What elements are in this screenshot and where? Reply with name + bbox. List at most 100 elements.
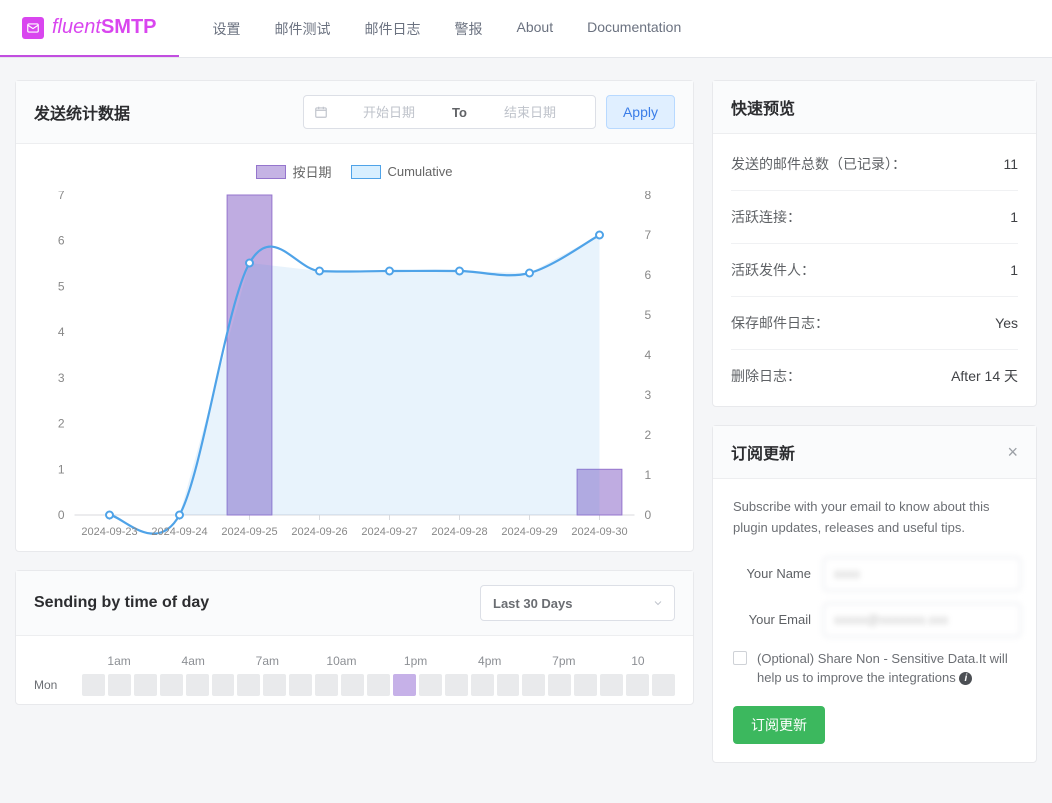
nav-docs[interactable]: Documentation [587,19,681,39]
subscribe-title: 订阅更新 [731,440,795,464]
date-range-input[interactable]: To [303,95,596,129]
svg-text:2: 2 [58,417,65,431]
svg-text:0: 0 [58,508,65,522]
svg-text:2024-09-24: 2024-09-24 [151,526,207,538]
nav-mail-test[interactable]: 邮件测试 [275,19,331,39]
nav-settings[interactable]: 设置 [213,19,241,39]
heatmap-cell[interactable] [367,674,390,696]
nav-about[interactable]: About [517,19,554,39]
sending-stats-chart: 012345670123456782024-09-232024-09-24202… [34,191,675,541]
hour-label: 4pm [453,654,527,668]
subscribe-intro: Subscribe with your email to know about … [733,497,1016,539]
quick-value: 11 [1003,156,1018,172]
heatmap-cell[interactable] [341,674,364,696]
quick-row: 保存邮件日志：Yes [731,297,1018,350]
heatmap-cell[interactable] [237,674,260,696]
hour-label: 10 [601,654,675,668]
start-date-input[interactable] [334,105,444,120]
svg-text:7: 7 [645,228,652,242]
svg-text:3: 3 [58,371,65,385]
time-of-day-title: Sending by time of day [34,594,209,612]
heatmap-cell[interactable] [445,674,468,696]
main-nav: 设置 邮件测试 邮件日志 警报 About Documentation [179,19,682,39]
heatmap-cell[interactable] [522,674,545,696]
svg-text:2024-09-27: 2024-09-27 [361,526,417,538]
calendar-icon [314,105,328,119]
sending-stats-title: 发送统计数据 [34,100,130,124]
heatmap-cell[interactable] [82,674,105,696]
svg-text:0: 0 [645,508,652,522]
heatmap-cell[interactable] [548,674,571,696]
logo-icon [22,17,44,39]
email-label: Your Email [733,612,811,627]
day-label: Mon [34,678,82,692]
svg-text:6: 6 [645,268,652,282]
apply-button[interactable]: Apply [606,95,675,129]
chevron-down-icon [652,597,664,609]
heatmap-cell[interactable] [134,674,157,696]
quick-value: After 14 天 [951,366,1018,386]
time-range-select[interactable]: Last 30 Days [480,585,675,621]
legend-cumulative[interactable]: Cumulative [351,162,452,181]
svg-text:2024-09-26: 2024-09-26 [291,526,347,538]
logo[interactable]: fluentSMTP [0,0,179,57]
quick-label: 活跃发件人： [731,260,815,280]
svg-text:2024-09-25: 2024-09-25 [221,526,277,538]
svg-text:4: 4 [645,348,652,362]
svg-text:2024-09-29: 2024-09-29 [501,526,557,538]
heatmap-cell[interactable] [626,674,649,696]
checkbox-label: (Optional) Share Non - Sensitive Data.It… [757,649,1016,688]
quick-preview-panel: 快速预览 发送的邮件总数（已记录）：11活跃连接：1活跃发件人：1保存邮件日志：… [712,80,1037,407]
svg-text:2024-09-30: 2024-09-30 [571,526,627,538]
hour-label: 4am [156,654,230,668]
end-date-input[interactable] [475,105,585,120]
heatmap-cell[interactable] [471,674,494,696]
hour-label: 7am [230,654,304,668]
svg-text:2: 2 [645,428,652,442]
heatmap-cell[interactable] [315,674,338,696]
quick-preview-title: 快速预览 [731,95,795,119]
legend-by-date[interactable]: 按日期 [256,162,331,181]
hour-label: 10am [304,654,378,668]
time-of-day-panel: Sending by time of day Last 30 Days 1am4… [15,570,694,705]
svg-text:4: 4 [58,325,65,339]
heatmap-cell[interactable] [289,674,312,696]
heatmap-cell[interactable] [419,674,442,696]
topbar: fluentSMTP 设置 邮件测试 邮件日志 警报 About Documen… [0,0,1052,58]
logo-text: fluentSMTP [52,16,157,39]
nav-mail-log[interactable]: 邮件日志 [365,19,421,39]
name-input[interactable] [823,557,1021,591]
heatmap-cell[interactable] [574,674,597,696]
line-swatch-icon [351,165,381,179]
sending-stats-panel: 发送统计数据 To Apply 按日期 [15,80,694,552]
quick-value: Yes [995,315,1018,331]
heatmap-cell[interactable] [497,674,520,696]
quick-label: 删除日志： [731,366,801,386]
svg-text:1: 1 [645,468,652,482]
heatmap-cell[interactable] [186,674,209,696]
heatmap-cell[interactable] [393,674,416,696]
nav-alerts[interactable]: 警报 [455,19,483,39]
heatmap-cell[interactable] [263,674,286,696]
hour-label: 7pm [527,654,601,668]
heatmap-cell[interactable] [108,674,131,696]
info-icon[interactable]: i [959,672,972,685]
name-label: Your Name [733,566,811,581]
email-input[interactable] [823,603,1021,637]
hour-label: 1am [82,654,156,668]
subscribe-button[interactable]: 订阅更新 [733,706,825,744]
quick-value: 1 [1010,262,1018,278]
chart-legend: 按日期 Cumulative [34,162,675,181]
quick-row: 发送的邮件总数（已记录）：11 [731,138,1018,191]
heatmap-row: Mon [34,674,675,696]
checkbox-icon[interactable] [733,651,747,665]
heatmap-cell[interactable] [652,674,675,696]
heatmap-cell[interactable] [160,674,183,696]
close-icon[interactable]: × [1007,443,1018,461]
share-data-checkbox-row[interactable]: (Optional) Share Non - Sensitive Data.It… [733,649,1016,688]
svg-text:7: 7 [58,191,65,202]
heatmap-cell[interactable] [600,674,623,696]
heatmap-cell[interactable] [212,674,235,696]
quick-row: 删除日志： After 14 天 [731,350,1018,402]
hour-label: 1pm [379,654,453,668]
